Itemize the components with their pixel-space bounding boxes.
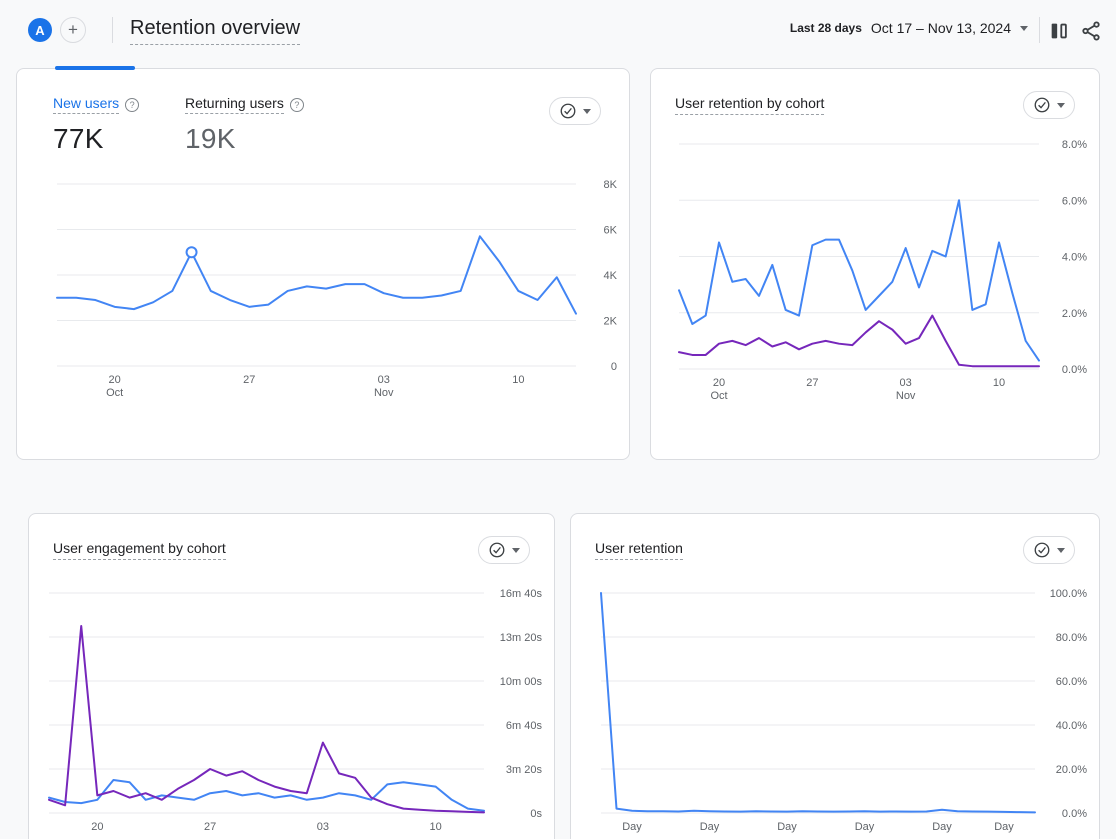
svg-text:20.0%: 20.0% [1056, 764, 1087, 776]
svg-text:Day: Day [932, 821, 952, 833]
svg-text:8K: 8K [604, 179, 618, 191]
page-title[interactable]: Retention overview [130, 17, 300, 45]
svg-text:03: 03 [900, 377, 912, 389]
avatar[interactable]: A [28, 18, 52, 42]
svg-text:0s: 0s [530, 808, 542, 820]
user-retention-by-cohort-chart[interactable]: 0.0% 2.0% 4.0% 6.0% 8.0% 20Oct 27 03Nov 10 [651, 129, 1101, 461]
new-users-chart[interactable]: 0 2K 4K 6K 8K 20Oct 27 03Nov 10 [17, 179, 631, 461]
svg-text:27: 27 [204, 821, 216, 833]
svg-text:6K: 6K [604, 225, 618, 237]
date-range-picker[interactable]: Last 28 days Oct 17 – Nov 13, 2024 [790, 20, 1028, 36]
svg-text:0.0%: 0.0% [1062, 364, 1087, 376]
svg-text:2.0%: 2.0% [1062, 308, 1087, 320]
metric-new-users-label[interactable]: New users ? [53, 95, 139, 114]
svg-text:Day: Day [855, 821, 875, 833]
app-header: A + Retention overview Last 28 days Oct … [0, 0, 1116, 60]
card-title[interactable]: User retention [595, 540, 683, 560]
check-circle-icon [559, 102, 577, 120]
svg-text:Nov: Nov [896, 390, 916, 402]
svg-text:100.0%: 100.0% [1050, 588, 1088, 600]
help-icon[interactable]: ? [125, 98, 139, 112]
chevron-down-icon [1057, 103, 1065, 108]
carousel-indicator[interactable] [55, 66, 135, 70]
metric-returning-users-value: 19K [185, 123, 304, 155]
svg-text:60.0%: 60.0% [1056, 676, 1087, 688]
svg-text:6m 40s: 6m 40s [506, 720, 543, 732]
svg-text:10: 10 [512, 374, 524, 386]
metric-new-users: New users ? 77K [53, 95, 139, 155]
check-circle-icon [1033, 541, 1051, 559]
svg-text:2K: 2K [604, 316, 618, 328]
svg-text:Oct: Oct [710, 390, 727, 402]
card-user-retention-by-cohort: User retention by cohort 0.0% 2.0% 4.0% 6.0… [650, 68, 1100, 460]
svg-text:4K: 4K [604, 270, 618, 282]
svg-text:20: 20 [109, 374, 121, 386]
chevron-down-icon [512, 548, 520, 553]
svg-text:10m 00s: 10m 00s [500, 676, 543, 688]
svg-text:Oct: Oct [106, 387, 123, 399]
data-quality-button[interactable] [1023, 91, 1075, 119]
svg-text:Day: Day [777, 821, 797, 833]
data-quality-button[interactable] [478, 536, 530, 564]
svg-text:03: 03 [378, 374, 390, 386]
svg-text:27: 27 [243, 374, 255, 386]
metric-returning-users-label[interactable]: Returning users ? [185, 95, 304, 114]
check-circle-icon [1033, 96, 1051, 114]
add-button[interactable]: + [60, 17, 86, 43]
svg-text:Day: Day [700, 821, 720, 833]
svg-text:4.0%: 4.0% [1062, 252, 1087, 264]
svg-text:40.0%: 40.0% [1056, 720, 1087, 732]
svg-text:3m 20s: 3m 20s [506, 764, 543, 776]
card-users-overview: New users ? 77K Returning users ? 19K 0 2… [16, 68, 630, 460]
metric-label-text: New users [53, 95, 119, 114]
card-title[interactable]: User engagement by cohort [53, 540, 226, 560]
svg-text:0.0%: 0.0% [1062, 808, 1087, 820]
svg-text:10: 10 [993, 377, 1005, 389]
svg-text:0: 0 [611, 361, 617, 373]
svg-text:80.0%: 80.0% [1056, 632, 1087, 644]
user-retention-chart[interactable]: 0.0% 20.0% 40.0% 60.0% 80.0% 100.0% Day Day Day D… [571, 582, 1101, 839]
chevron-down-icon [583, 109, 591, 114]
svg-text:16m 40s: 16m 40s [500, 588, 543, 600]
svg-text:10: 10 [430, 821, 442, 833]
chevron-down-icon [1057, 548, 1065, 553]
date-range-value: Oct 17 – Nov 13, 2024 [871, 20, 1011, 36]
metric-returning-users: Returning users ? 19K [185, 95, 304, 155]
comparison-icon [1048, 20, 1070, 42]
card-user-engagement-by-cohort: User engagement by cohort 0s 3m 20s 6m 40s… [28, 513, 555, 839]
check-circle-icon [488, 541, 506, 559]
share-button[interactable] [1078, 18, 1104, 44]
svg-text:Day: Day [994, 821, 1014, 833]
divider [1039, 17, 1040, 43]
svg-text:8.0%: 8.0% [1062, 139, 1087, 151]
card-title[interactable]: User retention by cohort [675, 95, 824, 115]
svg-text:Nov: Nov [374, 387, 394, 399]
data-quality-button[interactable] [1023, 536, 1075, 564]
svg-text:Day: Day [622, 821, 642, 833]
svg-text:20: 20 [91, 821, 103, 833]
comparison-button[interactable] [1046, 18, 1072, 44]
svg-text:6.0%: 6.0% [1062, 195, 1087, 207]
svg-text:13m 20s: 13m 20s [500, 632, 543, 644]
data-quality-button[interactable] [549, 97, 601, 125]
svg-text:20: 20 [713, 377, 725, 389]
divider [112, 17, 113, 43]
card-user-retention: User retention 0.0% 20.0% 40.0% 60.0% 80.0% 1… [570, 513, 1100, 839]
ga-retention-overview-screen: A + Retention overview Last 28 days Oct … [0, 0, 1116, 839]
metric-new-users-value: 77K [53, 123, 139, 155]
user-engagement-by-cohort-chart[interactable]: 0s 3m 20s 6m 40s 10m 00s 13m 20s 16m 40s 20 27 0… [29, 582, 556, 839]
date-range-label: Last 28 days [790, 21, 862, 35]
chevron-down-icon [1020, 26, 1028, 31]
svg-text:03: 03 [317, 821, 329, 833]
svg-text:27: 27 [806, 377, 818, 389]
help-icon[interactable]: ? [290, 98, 304, 112]
share-icon [1080, 20, 1102, 42]
metric-label-text: Returning users [185, 95, 284, 114]
